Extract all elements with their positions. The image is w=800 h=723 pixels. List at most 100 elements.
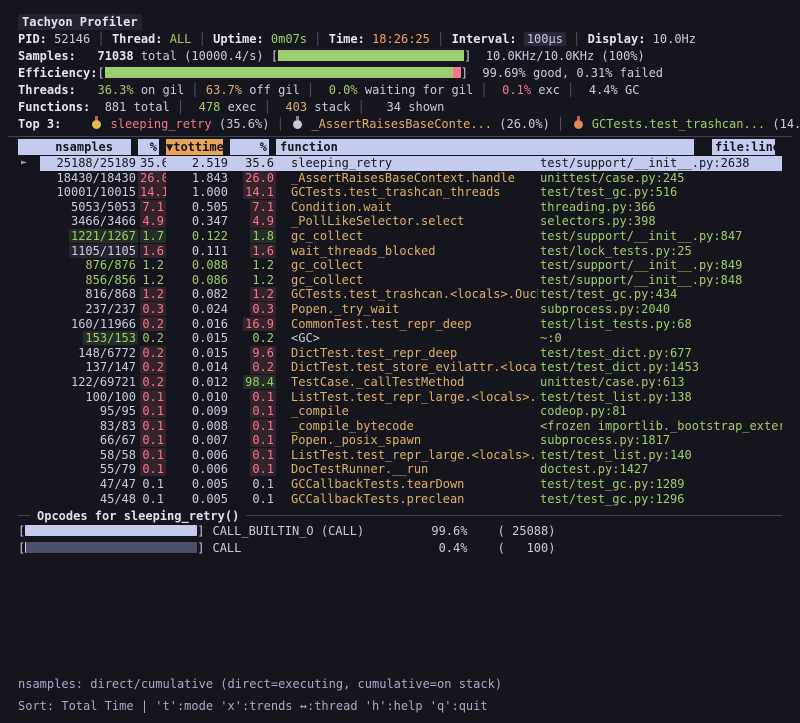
cell-tt: 0.015 bbox=[190, 331, 230, 345]
cell-tt: 0.088 bbox=[190, 258, 230, 272]
col-p2: 0.2 bbox=[230, 331, 276, 346]
cell-file: test/test_list.py:138 bbox=[538, 390, 694, 404]
table-row[interactable]: 1221/12671.70.1221.8gc_collecttest/suppo… bbox=[18, 229, 782, 244]
table-row[interactable]: 1105/11051.60.1111.6wait_threads_blocked… bbox=[18, 244, 782, 259]
cell-tt: 0.015 bbox=[190, 346, 230, 360]
opcode-percent: 99.6% bbox=[402, 523, 467, 540]
cell-file: threading.py:366 bbox=[538, 200, 658, 214]
col-file: test/support/__init__.py:2638 bbox=[538, 156, 782, 171]
col-arrow bbox=[18, 492, 40, 507]
table-row[interactable]: 5053/50537.10.5057.1Condition.waitthread… bbox=[18, 200, 782, 215]
cell-p1: 0.2 bbox=[140, 375, 166, 389]
text-segment: Thread: bbox=[112, 32, 170, 46]
cell-fn: gc_collect bbox=[289, 229, 365, 243]
functions-shown: 34 bbox=[387, 100, 401, 114]
col-file: <frozen importlib._bootstrap_externa bbox=[538, 419, 782, 434]
table-row[interactable]: 10001/1001514.11.00014.1GCTests.test_tra… bbox=[18, 185, 782, 200]
col-p1: 0.2 bbox=[138, 331, 166, 346]
table-row[interactable]: 55/790.10.0060.1DocTestRunner.__rundocte… bbox=[18, 462, 782, 477]
table-row[interactable]: 160/119660.20.01616.9CommonTest.test_rep… bbox=[18, 317, 782, 332]
column-header-nsamples[interactable]: nsamples bbox=[18, 139, 138, 155]
cell-tt: 0.006 bbox=[190, 448, 230, 462]
col-arrow bbox=[18, 419, 40, 434]
cell-file: ~:0 bbox=[538, 331, 564, 345]
text-segment: ] bbox=[461, 66, 468, 80]
table-row[interactable]: 100/1000.10.0100.1ListTest.test_repr_lar… bbox=[18, 390, 782, 405]
text-segment: on gil bbox=[134, 83, 192, 97]
cell-arrow bbox=[19, 259, 23, 270]
table-row[interactable]: 876/8761.20.0881.2gc_collecttest/support… bbox=[18, 258, 782, 273]
opcode-bar-bracket: ] bbox=[197, 524, 204, 538]
column-header-pct-cumulative[interactable]: % bbox=[230, 139, 276, 155]
samples-label: Samples: 71038 total (10000.4/s) [ bbox=[18, 49, 278, 63]
cell-ns: 237/237 bbox=[83, 302, 138, 316]
pid-value: 52146 bbox=[54, 32, 90, 46]
cell-ns: 5053/5053 bbox=[69, 200, 138, 214]
table-row[interactable]: 47/470.10.0050.1GCCallbackTests.tearDown… bbox=[18, 477, 782, 492]
table-row[interactable]: 45/480.10.0050.1GCCallbackTests.preclean… bbox=[18, 492, 782, 507]
col-fn: <GC> bbox=[276, 331, 538, 346]
table-row[interactable]: 856/8561.20.0861.2gc_collecttest/support… bbox=[18, 273, 782, 288]
cell-tt: 0.016 bbox=[190, 317, 230, 331]
cell-ns: 148/6772 bbox=[76, 346, 138, 360]
green-bar-fill bbox=[278, 50, 464, 61]
cell-fn: ListTest.test_repr_large.<locals>.c... bbox=[289, 390, 538, 404]
table-row[interactable]: 18430/1843026.01.84326.0_AssertRaisesBas… bbox=[18, 171, 782, 186]
column-header-pct-direct[interactable]: % bbox=[138, 139, 166, 155]
col-arrow bbox=[18, 462, 40, 477]
cell-p2: 98.4 bbox=[243, 375, 276, 389]
column-header-tottime-sorted[interactable]: ▼tottime bbox=[166, 139, 230, 155]
column-header-file-line[interactable]: file:line bbox=[712, 139, 782, 155]
col-p2: 0.3 bbox=[230, 302, 276, 317]
table-row[interactable]: 816/8681.20.0821.2GCTests.test_trashcan.… bbox=[18, 287, 782, 302]
table-row[interactable]: 153/1530.20.0150.2<GC>~:0 bbox=[18, 331, 782, 346]
cell-p1: 0.2 bbox=[140, 346, 166, 360]
col-arrow bbox=[18, 273, 40, 288]
uptime-value: 0m07s bbox=[271, 32, 307, 46]
col-file: subprocess.py:1817 bbox=[538, 433, 782, 448]
table-row[interactable]: 122/697210.20.01298.4TestCase._callTestM… bbox=[18, 375, 782, 390]
text-segment: Samples: bbox=[18, 49, 76, 63]
table-row[interactable]: 148/67720.20.0159.6DictTest.test_repr_de… bbox=[18, 346, 782, 361]
cell-p1: 1.2 bbox=[140, 273, 166, 287]
cell-tt: 1.000 bbox=[190, 185, 230, 199]
cell-p1: 1.2 bbox=[140, 287, 166, 301]
col-file: test/lock_tests.py:25 bbox=[538, 244, 782, 259]
cell-p1: 0.1 bbox=[140, 448, 166, 462]
cell-p1: 0.3 bbox=[140, 302, 166, 316]
col-fn: _PollLikeSelector.select bbox=[276, 214, 538, 229]
cell-arrow bbox=[19, 215, 23, 226]
col-file: test/test_gc.py:434 bbox=[538, 287, 782, 302]
col-p1: 0.2 bbox=[138, 346, 166, 361]
column-header-function[interactable]: function bbox=[276, 139, 712, 155]
cell-fn: DictTest.test_repr_deep bbox=[289, 346, 459, 360]
table-row[interactable]: 58/580.10.0060.1ListTest.test_repr_large… bbox=[18, 448, 782, 463]
cell-p2: 0.1 bbox=[250, 492, 276, 506]
table-row[interactable]: 3466/34664.90.3474.9_PollLikeSelector.se… bbox=[18, 214, 782, 229]
table-row[interactable]: 66/670.10.0070.1Popen._posix_spawnsubpro… bbox=[18, 433, 782, 448]
cell-p1: 14.1 bbox=[138, 185, 166, 199]
table-row[interactable]: 95/950.10.0090.1_compilecodeop.py:81 bbox=[18, 404, 782, 419]
col-arrow bbox=[18, 229, 40, 244]
cell-fn: TestCase._callTestMethod bbox=[289, 375, 466, 389]
text-segment bbox=[76, 49, 98, 63]
cell-arrow bbox=[19, 288, 23, 299]
cell-ns: 47/47 bbox=[98, 477, 138, 491]
table-row[interactable]: ►25188/2518935.62.51935.6sleeping_retryt… bbox=[18, 156, 782, 171]
col-file: test/test_list.py:140 bbox=[538, 448, 782, 463]
col-p2: 0.1 bbox=[230, 404, 276, 419]
col-p1: 14.1 bbox=[138, 185, 166, 200]
table-row[interactable]: 237/2370.30.0240.3Popen._try_waitsubproc… bbox=[18, 302, 782, 317]
col-fn: gc_collect bbox=[276, 229, 538, 244]
table-row[interactable]: 137/1470.20.0140.2DictTest.test_store_ev… bbox=[18, 360, 782, 375]
table-row[interactable]: 83/830.10.0080.1_compile_bytecode<frozen… bbox=[18, 419, 782, 434]
col-arrow bbox=[18, 244, 40, 259]
cell-arrow bbox=[19, 449, 23, 460]
text-segment bbox=[90, 100, 104, 114]
header-separator bbox=[8, 136, 792, 137]
cell-arrow bbox=[19, 245, 23, 256]
col-tt: 0.082 bbox=[166, 287, 230, 302]
cell-arrow bbox=[19, 376, 23, 387]
display-rate-value: 10.0Hz bbox=[653, 32, 696, 46]
col-arrow bbox=[18, 287, 40, 302]
